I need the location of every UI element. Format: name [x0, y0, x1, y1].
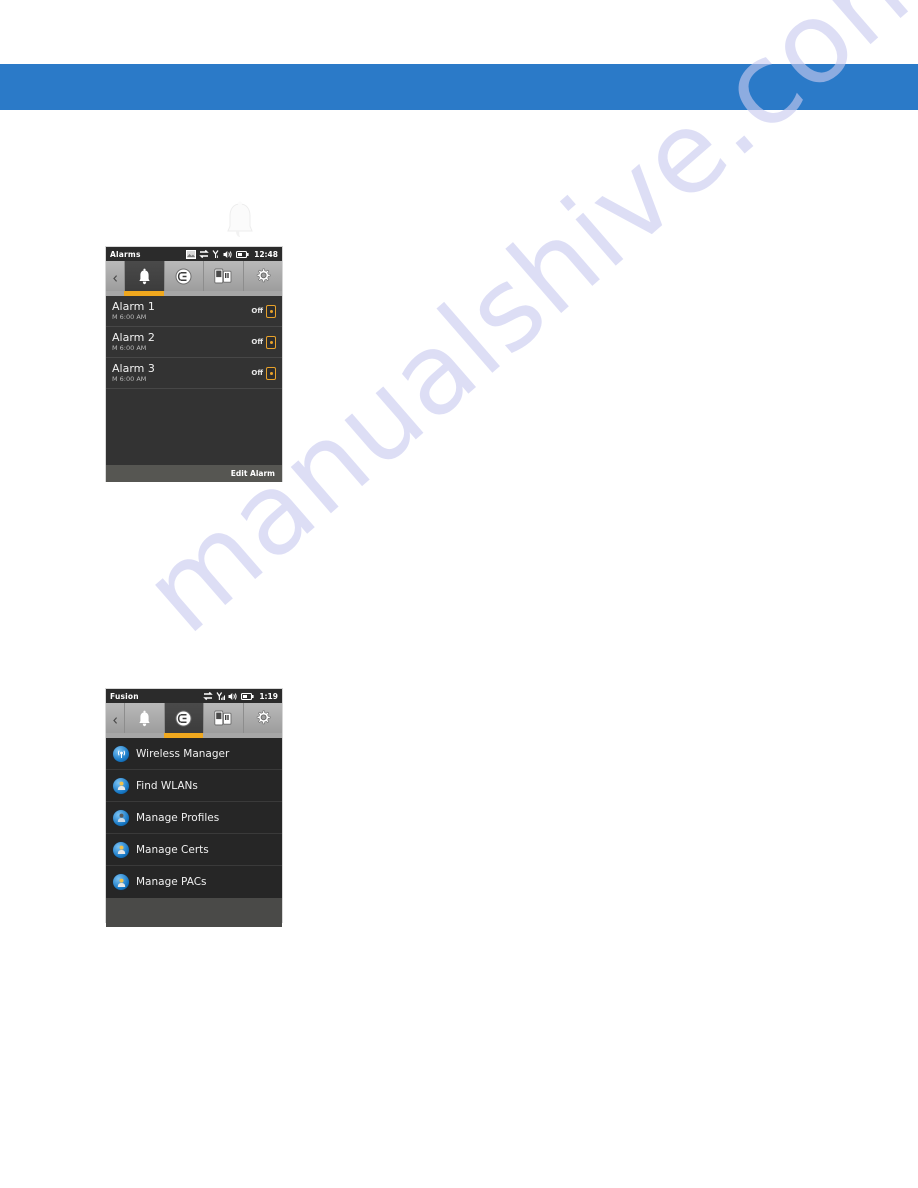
alarm-texts: Alarm 1 M 6:00 AM: [112, 299, 155, 322]
tab-device[interactable]: [204, 703, 244, 733]
bell-icon: [137, 268, 152, 285]
list-item[interactable]: Manage Profiles: [106, 802, 282, 834]
fusion-status-icons: 1:19: [203, 691, 278, 701]
fusion-icon: [175, 268, 192, 285]
fusion-status-title: Fusion: [110, 691, 139, 701]
device-icon: [214, 268, 232, 285]
list-item-label: Wireless Manager: [136, 747, 230, 760]
tab-settings[interactable]: [244, 703, 283, 733]
underline-seg-alarms: [124, 291, 164, 296]
alarm-toggle-icon[interactable]: [266, 335, 276, 349]
table-row[interactable]: Alarm 1 M 6:00 AM Off: [106, 296, 282, 327]
alarm-toggle-icon[interactable]: [266, 366, 276, 380]
alarm-schedule: M 6:00 AM: [112, 343, 147, 352]
list-item[interactable]: Find WLANs: [106, 770, 282, 802]
list-item[interactable]: Manage PACs: [106, 866, 282, 898]
underline-seg-back: [106, 291, 124, 296]
alarm-title: Alarm 3: [112, 361, 155, 375]
bell-icon: [222, 200, 258, 242]
alarm-state-label: Off: [251, 369, 263, 377]
alarms-status-icons: 12:48: [186, 249, 278, 259]
signal-icon: [212, 249, 220, 259]
fusion-status-bar: Fusion 1:19: [106, 689, 282, 703]
underline-seg-device: [203, 291, 243, 296]
underline-seg-settings: [243, 291, 283, 296]
alarm-title: Alarm 2: [112, 330, 155, 344]
list-item-label: Manage Profiles: [136, 811, 220, 824]
alarm-texts: Alarm 3 M 6:00 AM: [112, 361, 155, 384]
sync-icon: [199, 249, 209, 259]
alarm-state-group[interactable]: Off: [251, 304, 276, 318]
gear-icon: [255, 710, 271, 726]
alarms-status-title: Alarms: [110, 249, 141, 259]
fusion-tab-underline: [106, 733, 282, 738]
alarm-state-group[interactable]: Off: [251, 335, 276, 349]
alarm-toggle-icon[interactable]: [266, 304, 276, 318]
signal-icon: [216, 691, 226, 701]
fusion-device-screenshot: Fusion 1:19 Wireless Manager Find WLANs …: [106, 689, 282, 927]
tab-device[interactable]: [204, 261, 244, 291]
manage-profiles-icon: [113, 809, 129, 826]
tab-back-button[interactable]: [106, 261, 125, 291]
tab-fusion[interactable]: [164, 703, 204, 733]
fusion-menu-list: Wireless Manager Find WLANs Manage Profi…: [106, 738, 282, 898]
chevron-left-icon: [112, 709, 118, 728]
alarms-tab-underline: [106, 291, 282, 296]
tab-fusion[interactable]: [165, 261, 204, 291]
manage-pacs-icon: [113, 874, 129, 890]
list-item[interactable]: Wireless Manager: [106, 738, 282, 770]
list-item[interactable]: Manage Certs: [106, 834, 282, 866]
battery-icon: [236, 250, 249, 259]
underline-seg-device: [203, 733, 243, 738]
table-row[interactable]: Alarm 3 M 6:00 AM Off: [106, 358, 282, 389]
underline-seg-fusion: [164, 291, 204, 296]
volume-icon: [228, 692, 238, 701]
tab-alarms[interactable]: [125, 261, 165, 291]
tab-back-button[interactable]: [106, 703, 125, 733]
edit-alarm-button[interactable]: Edit Alarm: [231, 469, 275, 478]
underline-seg-fusion: [163, 733, 203, 738]
alarms-device-screenshot: Alarms 12:48 Alarm 1 M 6:00 AM Off Alarm…: [106, 247, 282, 482]
alarm-list: Alarm 1 M 6:00 AM Off Alarm 2 M 6:00 AM …: [106, 296, 282, 465]
device-icon: [214, 710, 232, 727]
alarm-state-label: Off: [251, 338, 263, 346]
alarms-bottom-bar: Edit Alarm: [106, 465, 282, 482]
fusion-icon: [175, 710, 192, 727]
wireless-manager-icon: [113, 745, 129, 762]
volume-icon: [223, 250, 233, 259]
find-wlans-icon: [113, 777, 129, 794]
tab-alarms[interactable]: [125, 703, 165, 733]
fusion-tab-bar: [106, 703, 282, 733]
underline-seg-alarms: [124, 733, 164, 738]
chevron-left-icon: [112, 267, 118, 286]
alarms-status-time: 12:48: [254, 249, 278, 259]
alarms-tab-bar: [106, 261, 282, 291]
alarm-list-empty-area: [106, 389, 282, 465]
underline-seg-back: [106, 733, 124, 738]
manage-certs-icon: [113, 841, 129, 858]
list-item-label: Find WLANs: [136, 779, 198, 792]
tab-settings[interactable]: [244, 261, 283, 291]
alarm-title: Alarm 1: [112, 299, 155, 313]
fusion-status-time: 1:19: [259, 691, 278, 701]
alarm-state-label: Off: [251, 307, 263, 315]
alarm-state-group[interactable]: Off: [251, 366, 276, 380]
fusion-menu-empty-area: [106, 898, 282, 927]
table-row[interactable]: Alarm 2 M 6:00 AM Off: [106, 327, 282, 358]
bell-icon: [137, 710, 152, 727]
battery-icon: [241, 692, 254, 701]
watermark: manualshive.com: [0, 0, 918, 1188]
page-header-band: [0, 64, 918, 110]
alarms-status-bar: Alarms 12:48: [106, 247, 282, 261]
alarm-texts: Alarm 2 M 6:00 AM: [112, 330, 155, 353]
picture-icon: [186, 249, 197, 259]
sync-icon: [203, 691, 214, 701]
list-item-label: Manage PACs: [136, 876, 207, 888]
alarm-schedule: M 6:00 AM: [112, 374, 147, 383]
list-item-label: Manage Certs: [136, 843, 209, 856]
underline-seg-settings: [243, 733, 283, 738]
gear-icon: [255, 268, 271, 284]
alarm-schedule: M 6:00 AM: [112, 312, 147, 321]
